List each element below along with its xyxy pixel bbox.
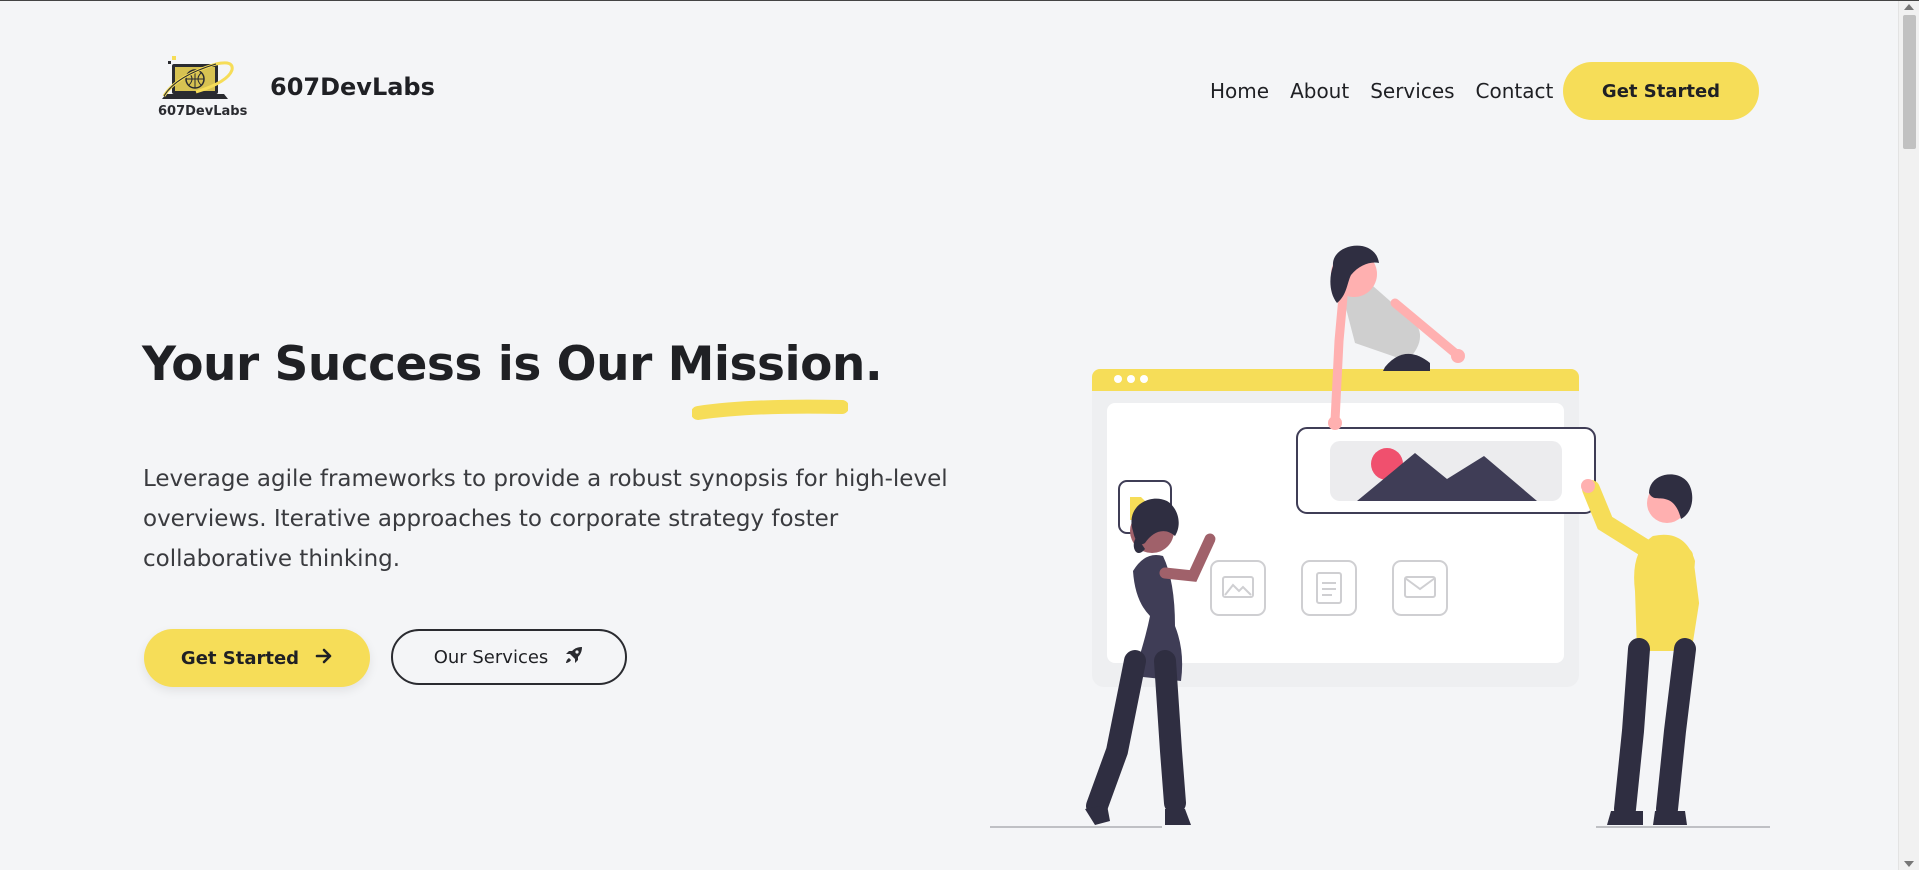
hero-description: Leverage agile frameworks to provide a r… — [143, 466, 948, 572]
hero-get-started-label: Get Started — [180, 647, 300, 669]
brand-name[interactable]: 607DevLabs — [270, 73, 435, 101]
hero-title: Your Success is Our Mission. — [142, 337, 883, 392]
scroll-up-arrow-icon[interactable] — [1904, 4, 1914, 10]
nav-link-services[interactable]: Services — [1370, 79, 1454, 103]
header-get-started-button[interactable]: Get Started — [1563, 62, 1759, 120]
landing-page: 607DevLabs 607DevLabs Home About Service… — [0, 1, 1898, 870]
rocket-icon — [564, 645, 584, 670]
title-underline-decoration — [692, 399, 848, 420]
logo-wordmark: 607DevLabs — [158, 104, 247, 119]
our-services-label: Our Services — [433, 646, 549, 668]
header-get-started-label: Get Started — [1601, 80, 1721, 102]
scroll-down-arrow-icon[interactable] — [1904, 861, 1914, 867]
vertical-scrollbar[interactable] — [1898, 1, 1919, 870]
scroll-thumb[interactable] — [1903, 15, 1916, 149]
hero-get-started-button[interactable]: Get Started — [144, 629, 370, 687]
arrow-right-icon — [315, 647, 333, 670]
nav-link-contact[interactable]: Contact — [1476, 79, 1554, 103]
main-nav: Home About Services Contact — [1210, 79, 1574, 103]
our-services-button[interactable]: Our Services — [391, 629, 627, 685]
logo-wordmark-text: 607DevLabs — [158, 104, 248, 119]
nav-link-about[interactable]: About — [1290, 79, 1349, 103]
nav-link-home[interactable]: Home — [1210, 79, 1269, 103]
brand-logo[interactable]: 607DevLabs — [156, 56, 250, 122]
hero-illustration — [990, 245, 1770, 828]
